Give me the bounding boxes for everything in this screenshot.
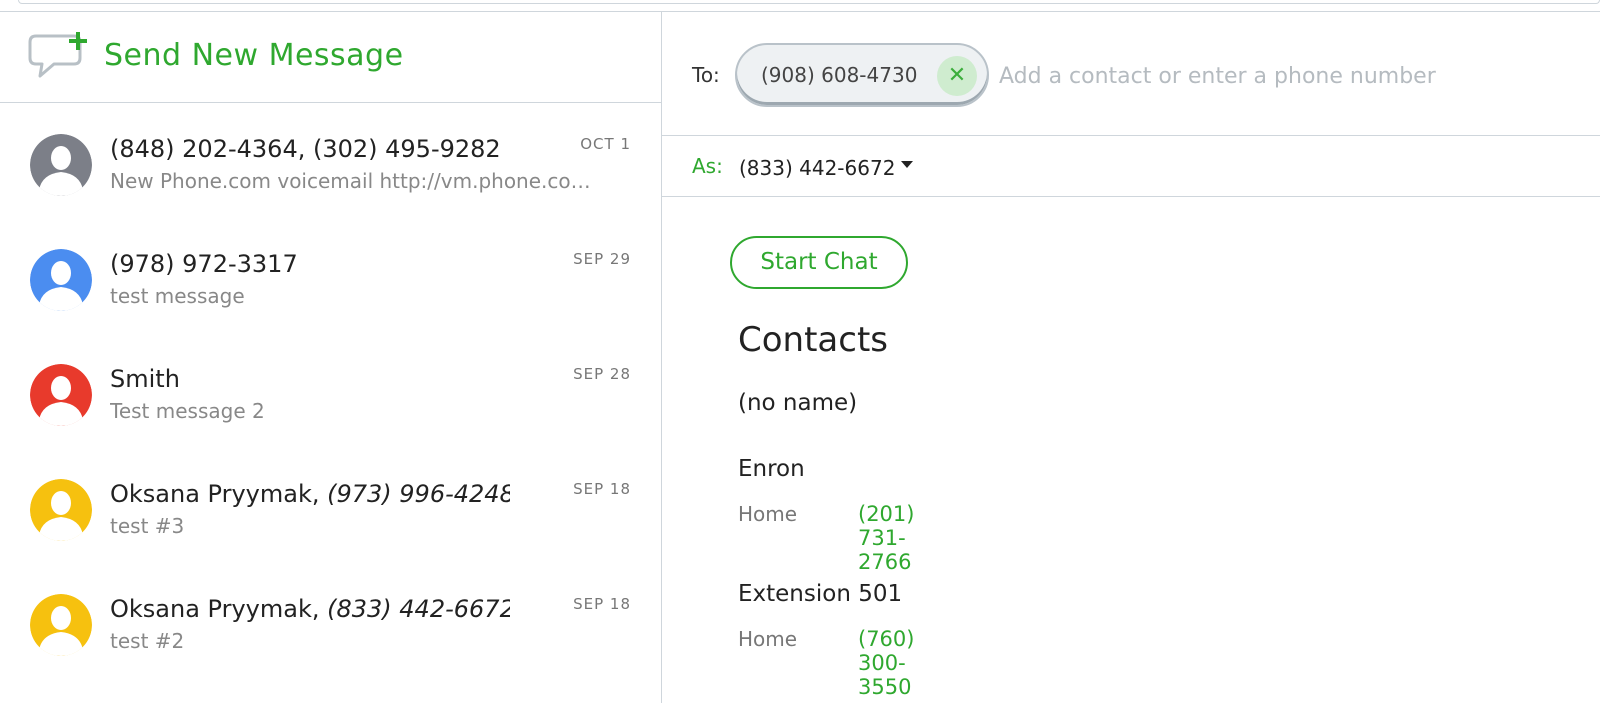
conversation-item[interactable]: (978) 972-3317 test message SEP 29 xyxy=(0,219,661,334)
contact-group[interactable]: Extension 501 Home (760) 300-3550 xyxy=(738,581,914,699)
send-new-message-button[interactable]: Send New Message xyxy=(0,12,661,103)
phone-type-label: Home xyxy=(738,627,798,651)
conversation-list: (848) 202-4364, (302) 495-9282 New Phone.… xyxy=(0,104,661,679)
phone-type-label: Home xyxy=(738,502,798,526)
avatar-icon xyxy=(30,134,92,196)
conversation-date: SEP 29 xyxy=(573,250,631,268)
conversation-title-text: Oksana Pryymak, xyxy=(110,480,328,508)
conversation-snippet: test message xyxy=(110,284,245,308)
send-new-message-label: Send New Message xyxy=(104,38,404,73)
recipient-input[interactable] xyxy=(999,58,1559,94)
conversation-title-text: (848) 202-4364, (302) 495-9282 xyxy=(110,135,501,163)
conversation-date: OCT 1 xyxy=(580,135,631,153)
avatar-icon xyxy=(30,364,92,426)
conversation-title-text: Smith xyxy=(110,365,180,393)
recipient-chip-number: (908) 608-4730 xyxy=(761,63,918,87)
conversations-pane: Send New Message (848) 202-4364, (302) 4… xyxy=(0,12,662,703)
conversation-title: Smith xyxy=(110,365,510,397)
sender-number-dropdown[interactable]: (833) 442-6672 xyxy=(739,156,914,180)
caret-down-icon xyxy=(901,161,914,168)
conversation-title-text: Oksana Pryymak, xyxy=(110,595,328,623)
recipient-row: To: (908) 608-4730 ✕ xyxy=(662,12,1600,136)
close-icon[interactable]: ✕ xyxy=(937,56,977,96)
contact-name: Enron xyxy=(738,456,805,482)
conversation-date: SEP 28 xyxy=(573,365,631,383)
conversation-date: SEP 18 xyxy=(573,480,631,498)
conversation-title-text: (978) 972-3317 xyxy=(110,250,298,278)
conversation-title-number: (973) 996-4248 xyxy=(327,480,510,508)
conversation-item[interactable]: (848) 202-4364, (302) 495-9282 New Phone.… xyxy=(0,104,661,219)
contact-name: Extension 501 xyxy=(738,581,903,607)
conversation-snippet: New Phone.com voicemail http://vm.phone.… xyxy=(110,169,600,193)
contact-phone-row: Home (201) 731-2766 xyxy=(738,502,914,574)
conversation-item[interactable]: Smith Test message 2 SEP 28 xyxy=(0,334,661,449)
conversation-title: (978) 972-3317 xyxy=(110,250,510,282)
new-message-icon xyxy=(22,32,92,82)
conversation-item[interactable]: Oksana Pryymak, (833) 442-6672 test #2 SEP… xyxy=(0,564,661,679)
contact-name: (no name) xyxy=(738,390,858,416)
conversation-title: Oksana Pryymak, (973) 996-4248 xyxy=(110,480,510,512)
sender-row: As: (833) 442-6672 xyxy=(662,137,1600,197)
contact-phone-row: Home (760) 300-3550 xyxy=(738,627,914,699)
conversation-snippet: test #3 xyxy=(110,514,185,538)
sender-number-value: (833) 442-6672 xyxy=(739,156,896,180)
recipient-chip[interactable]: (908) 608-4730 ✕ xyxy=(735,43,989,107)
conversation-snippet: test #2 xyxy=(110,629,185,653)
to-label: To: xyxy=(692,63,720,87)
contact-group[interactable]: Enron Home (201) 731-2766 xyxy=(738,456,914,574)
contact-group[interactable]: (no name) xyxy=(738,390,857,416)
avatar-icon xyxy=(30,479,92,541)
conversation-title: (848) 202-4364, (302) 495-9282 xyxy=(110,135,510,167)
conversation-date: SEP 18 xyxy=(573,595,631,613)
phone-number-link[interactable]: (201) 731-2766 xyxy=(858,502,914,574)
conversation-title-number: (833) 442-6672 xyxy=(327,595,510,623)
conversation-item[interactable]: Oksana Pryymak, (973) 996-4248 test #3 SEP… xyxy=(0,449,661,564)
as-label: As: xyxy=(692,154,723,178)
avatar-icon xyxy=(30,249,92,311)
compose-pane: To: (908) 608-4730 ✕ As: (833) 442-6672 … xyxy=(662,12,1600,703)
contacts-heading: Contacts xyxy=(738,320,888,360)
window-top-frame xyxy=(18,0,1600,4)
conversation-snippet: Test message 2 xyxy=(110,399,265,423)
window-top-edge xyxy=(0,0,1600,12)
avatar-icon xyxy=(30,594,92,656)
start-chat-button[interactable]: Start Chat xyxy=(730,236,908,289)
phone-number-link[interactable]: (760) 300-3550 xyxy=(858,627,914,699)
conversation-title: Oksana Pryymak, (833) 442-6672 xyxy=(110,595,510,627)
